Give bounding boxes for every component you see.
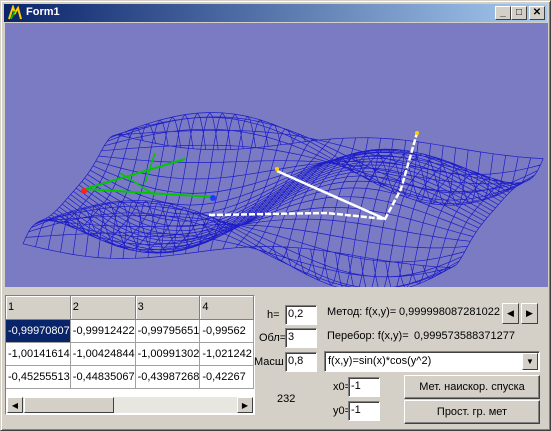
maximize-button[interactable]: □ [511,6,527,20]
grid-cell[interactable]: -0,99562 [199,319,254,343]
search-label: Перебор: f(x,y)= [327,330,409,342]
obl-input[interactable]: 3 [285,328,317,348]
grid-header-cell[interactable]: 4 [199,296,254,320]
start-point-marker [81,188,87,194]
surface-3d-view[interactable] [5,23,548,287]
obl-label: Обл= [259,332,287,344]
close-button[interactable]: ✕ [529,6,545,20]
close-icon: ✕ [532,7,542,18]
path-point-marker [275,167,279,171]
main-window: Form1 _ □ ✕ 1 2 3 4 -0,99970807 -0,99912… [0,0,551,431]
grid-cell-selected[interactable]: -0,99970807 [6,319,71,343]
spin-left-button[interactable]: ◀ [502,303,519,324]
title-bar[interactable]: Form1 _ □ ✕ [4,4,547,22]
h-label: h= [267,309,280,321]
optimum-point-marker [210,195,216,201]
grid-cell[interactable]: -0,45255513 [6,365,71,389]
method-value: 0,999998087281022 [399,306,500,318]
y0-input[interactable]: -1 [348,401,380,421]
app-icon [8,5,22,20]
iteration-counter: 232 [277,393,296,405]
arrow-left-icon: ◀ [507,308,514,318]
method-label: Метод: f(x,y)= [327,306,397,318]
grid-cell[interactable]: -1,00141614 [6,342,71,366]
grid-cell[interactable]: -1,00991302 [135,342,201,366]
search-value: 0,999573588371277 [414,330,515,342]
values-grid[interactable]: 1 2 3 4 -0,99970807 -0,99912422 -0,99795… [5,295,255,415]
grid-horizontal-scrollbar[interactable]: ◀ ▶ [7,397,253,413]
scroll-right-button[interactable]: ▶ [237,397,253,413]
grid-header-cell[interactable]: 3 [135,296,201,320]
arrow-left-icon: ◀ [11,400,19,410]
scroll-thumb[interactable] [24,397,114,413]
grid-cell[interactable]: -0,44835067 [70,365,136,389]
function-select-value: f(x,y)=sin(x)*cos(y^2) [328,355,432,367]
grid-cell[interactable]: -0,42267 [199,365,254,389]
grid-header-cell[interactable]: 1 [6,296,71,320]
path-point-marker [415,131,419,135]
arrow-right-icon: ▶ [526,308,533,318]
chevron-down-icon[interactable]: ▼ [522,353,538,370]
arrow-right-icon: ▶ [241,400,249,410]
simple-gradient-button[interactable]: Прост. гр. мет [404,400,540,424]
surface-plot [22,111,544,287]
grid-cell[interactable]: -0,99795651 [135,319,201,343]
maximize-icon: □ [515,7,523,18]
grid-header-cell[interactable]: 2 [70,296,136,320]
masht-label: Масш [254,356,284,368]
window-title: Form1 [26,6,60,18]
minimize-icon: _ [500,7,506,18]
steepest-descent-button[interactable]: Мет. наискор. спуска [404,375,540,399]
function-select[interactable]: f(x,y)=sin(x)*cos(y^2) ▼ [324,351,540,372]
grid-cell[interactable]: -1,00424844 [70,342,136,366]
h-input[interactable]: 0,2 [285,305,317,325]
minimize-button[interactable]: _ [495,6,511,20]
spin-right-button[interactable]: ▶ [521,303,538,324]
grid-cell[interactable]: -0,99912422 [70,319,136,343]
scroll-left-button[interactable]: ◀ [7,397,23,413]
grid-cell[interactable]: -1,021242 [199,342,254,366]
masht-input[interactable]: 0,8 [285,352,317,372]
surface-wireframe [22,111,544,287]
x0-input[interactable]: -1 [348,377,380,397]
grid-cell[interactable]: -0,43987268 [135,365,201,389]
